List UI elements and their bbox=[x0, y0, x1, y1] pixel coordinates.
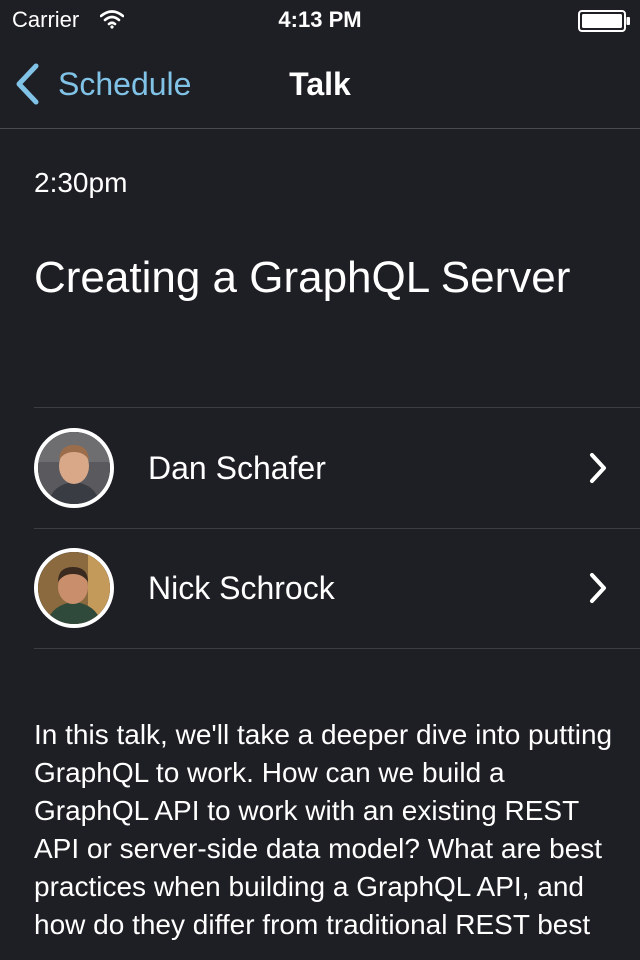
navigation-bar: Schedule Talk bbox=[0, 40, 640, 129]
speaker-row-dan-schafer[interactable]: Dan Schafer bbox=[34, 408, 640, 528]
chevron-right-icon bbox=[590, 573, 606, 603]
speaker-row-nick-schrock[interactable]: Nick Schrock bbox=[34, 528, 640, 648]
talk-time: 2:30pm bbox=[34, 167, 128, 198]
talk-description: In this talk, we'll take a deeper dive i… bbox=[34, 719, 613, 940]
chevron-right-icon bbox=[590, 453, 606, 483]
battery-icon bbox=[578, 10, 630, 32]
divider bbox=[34, 648, 640, 649]
avatar bbox=[34, 548, 114, 628]
page-title: Talk bbox=[289, 66, 351, 102]
avatar bbox=[34, 428, 114, 508]
talk-title: Creating a GraphQL Server bbox=[34, 253, 571, 302]
status-bar: Carrier 4:13 PM bbox=[0, 0, 640, 40]
speaker-photo bbox=[38, 432, 110, 504]
status-time: 4:13 PM bbox=[278, 7, 362, 32]
speaker-name: Dan Schafer bbox=[148, 450, 326, 486]
speaker-photo bbox=[38, 552, 110, 624]
speaker-name: Nick Schrock bbox=[148, 570, 335, 606]
